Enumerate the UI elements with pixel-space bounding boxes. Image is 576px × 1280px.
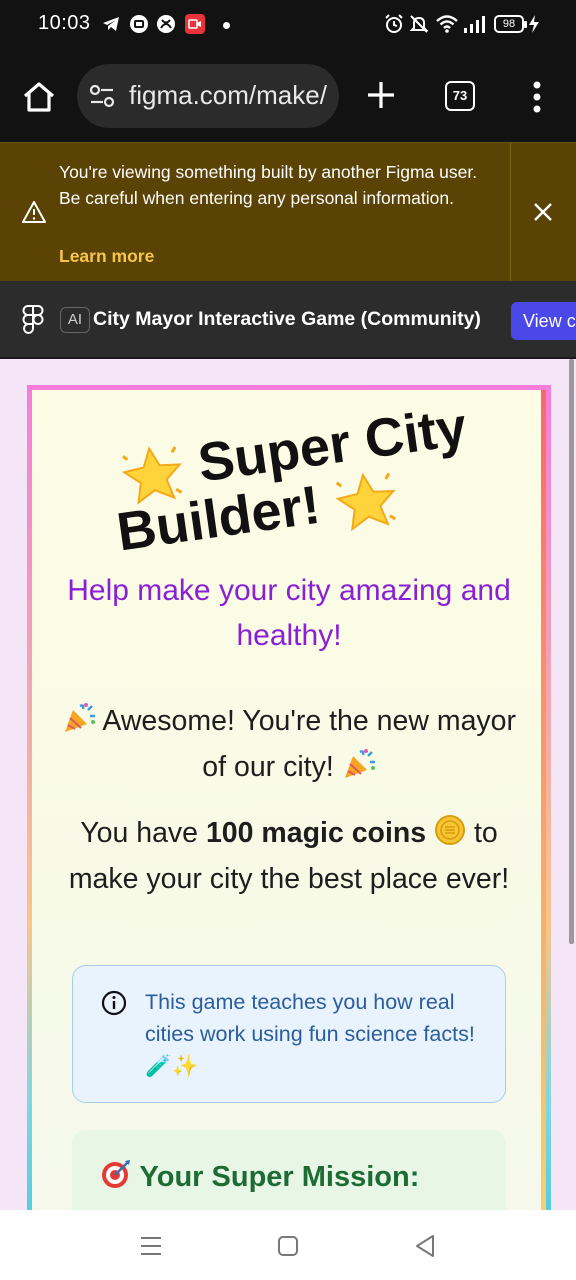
warning-message: You're viewing something built by anothe… [59,162,478,208]
menu-icon[interactable] [527,78,547,116]
target-icon [102,1160,130,1188]
tab-switcher-button[interactable]: 73 [445,81,475,111]
recent-apps-icon[interactable] [140,1235,162,1257]
signal-icon [464,16,485,33]
figma-logo-icon [22,305,44,334]
file-title: City Mayor Interactive Game (Community) [93,308,481,330]
game-card: Super City Builder! Help make your city … [27,385,551,1210]
notification-dot [223,22,230,29]
coins-message: You have 100 magic coins to make your ci… [62,810,516,902]
plus-icon[interactable] [364,78,398,112]
star-icon [335,473,397,532]
home-nav-icon[interactable] [277,1235,299,1257]
site-settings-icon[interactable] [89,84,115,108]
home-icon[interactable] [20,78,58,116]
mission-title: Your Super Mission: [100,1158,419,1194]
party-popper-icon [344,749,375,778]
telegram-icon [103,17,119,31]
divider [510,143,511,282]
xbox-icon [157,15,175,33]
info-box: This game teaches you how real cities wo… [72,965,506,1103]
screen-record-icon [130,15,148,33]
ai-badge: AI [60,307,90,333]
info-text: This game teaches you how real cities wo… [145,990,475,1078]
info-icon [101,990,127,1016]
card-border-right [541,390,546,1210]
alarm-icon [385,14,403,33]
battery-indicator: 98 [494,15,527,33]
system-nav-bar [0,1210,576,1280]
back-icon[interactable] [414,1234,436,1258]
close-icon[interactable] [532,201,554,223]
congrats-message: Awesome! You're the new mayor of our cit… [62,698,516,790]
game-subtitle: Help make your city amazing and healthy! [67,574,511,652]
figma-header: AI City Mayor Interactive Game (Communit… [0,281,576,359]
game-title: Super City Builder! [85,393,498,569]
status-time: 10:03 [38,12,91,34]
status-bar: 10:03 98 [0,0,576,52]
party-popper-icon [65,703,95,732]
browser-toolbar: figma.com/make/ 73 [0,52,576,142]
charging-icon [529,15,539,33]
game-card-inner: Super City Builder! Help make your city … [32,390,546,1210]
learn-more-link[interactable]: Learn more [59,246,154,267]
coins-amount: 100 magic coins [205,817,427,849]
silent-icon [409,15,429,33]
scrollbar[interactable] [569,359,574,944]
video-icon [185,14,205,34]
coin-icon [435,815,466,845]
address-bar[interactable]: figma.com/make/ [77,64,339,128]
security-warning-banner: You're viewing something built by anothe… [0,142,576,282]
warning-icon [22,201,46,223]
url-text[interactable]: figma.com/make/ [129,80,329,111]
wifi-icon [436,15,458,33]
congrats-text: Awesome! You're the new mayor of our cit… [102,705,517,783]
view-button[interactable]: View c [511,302,576,340]
mission-section: Your Super Mission: [72,1130,506,1210]
game-content: Super City Builder! Help make your city … [0,359,576,1210]
